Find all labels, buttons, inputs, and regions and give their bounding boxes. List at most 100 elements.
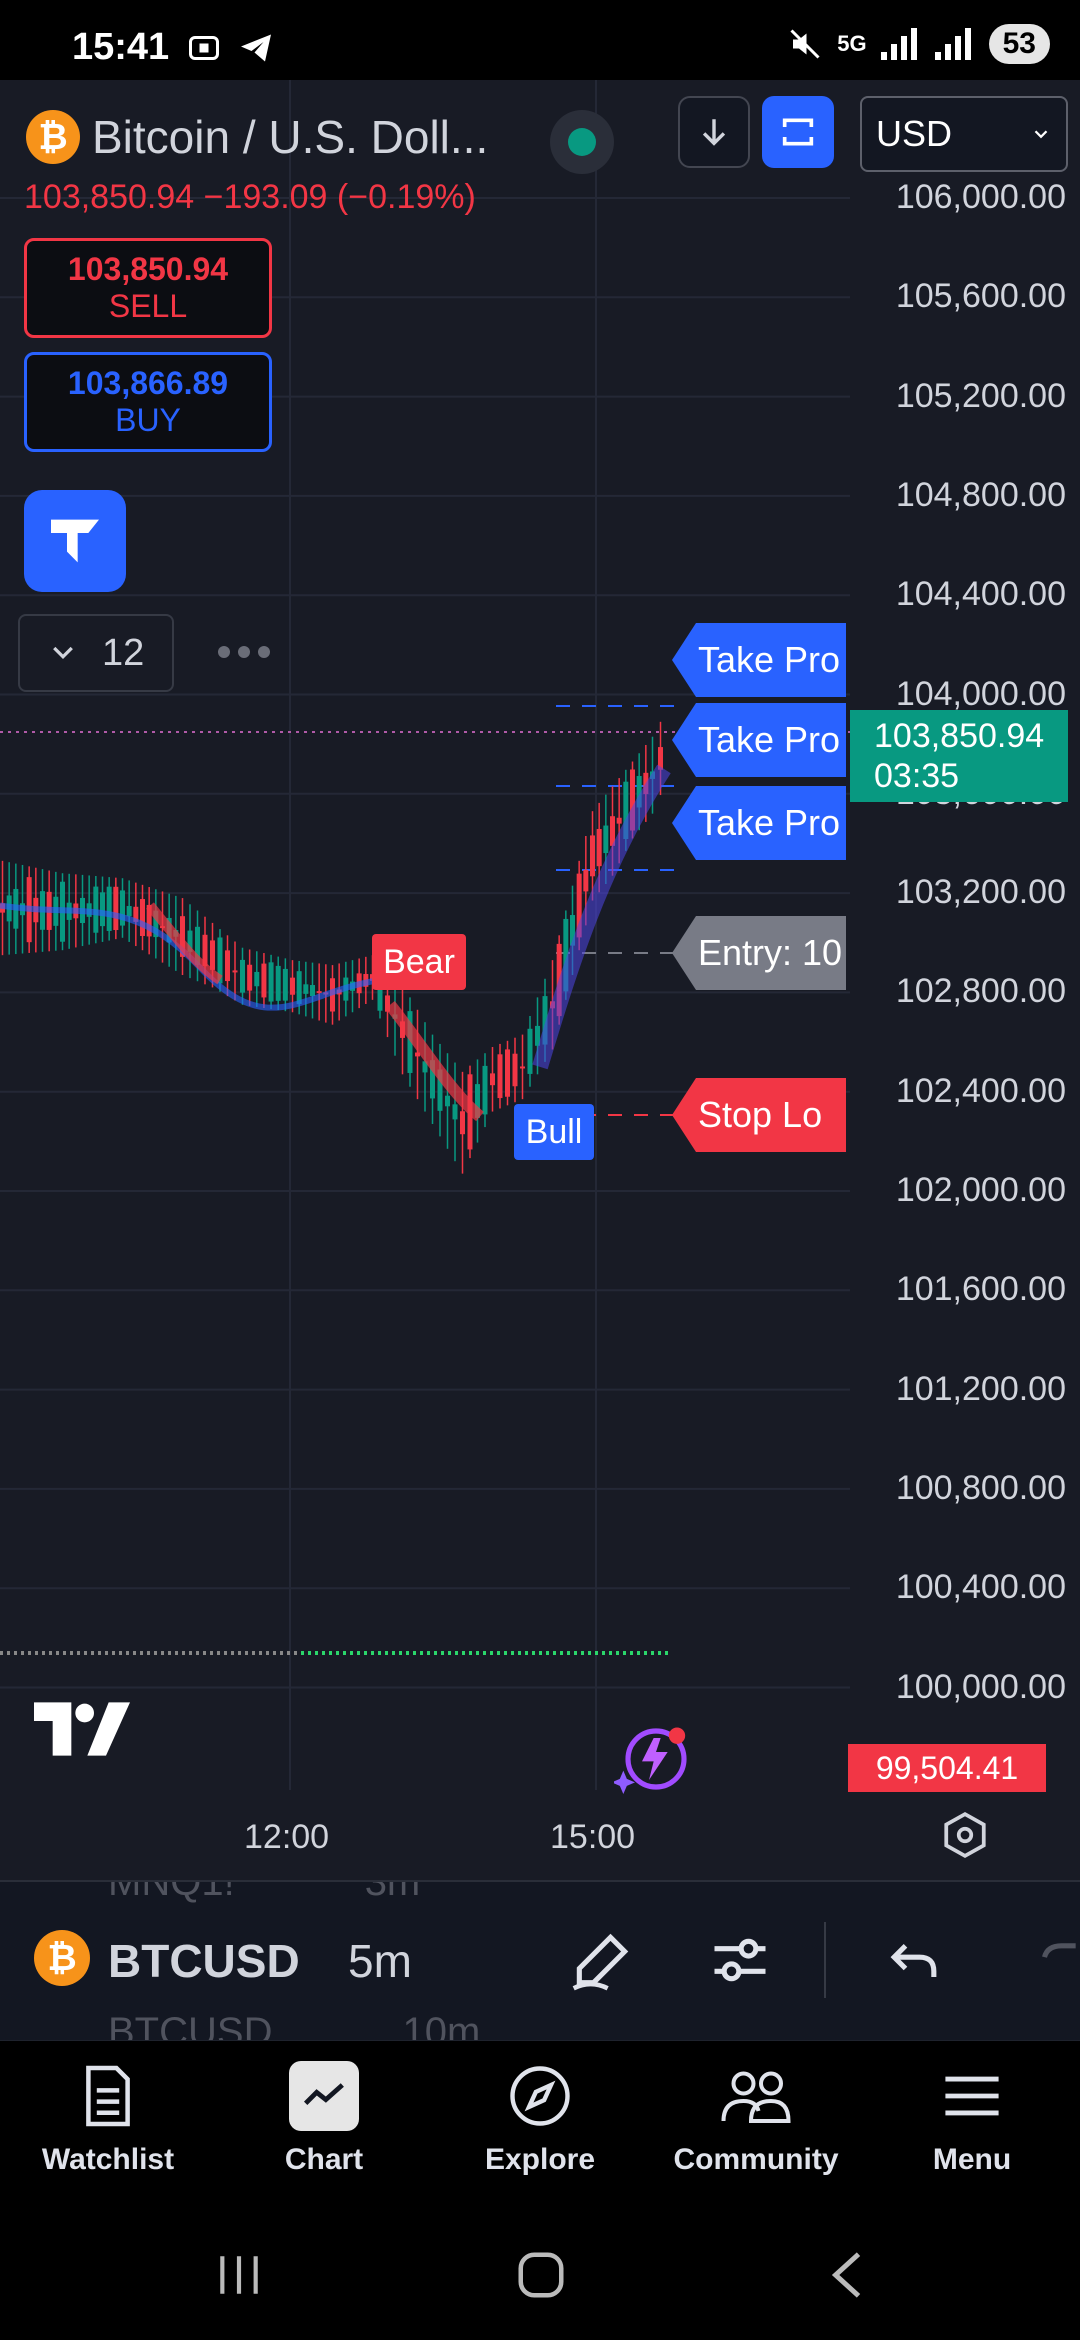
price-scale-label: 101,200.00: [895, 1369, 1066, 1408]
candle-body: [527, 1028, 533, 1074]
candle-body: [254, 971, 260, 987]
back-icon[interactable]: [824, 2250, 868, 2300]
current-price-tag: 103,850.94 03:35: [850, 710, 1068, 802]
ghost-next-symbol: BTCUSD: [108, 2010, 273, 2040]
status-time: 15:41: [72, 26, 170, 68]
nav-community[interactable]: Community: [648, 2041, 864, 2200]
candle-body: [100, 892, 105, 927]
undo-icon[interactable]: [880, 1926, 948, 1994]
nav-community-label: Community: [673, 2143, 839, 2176]
chart-canvas[interactable]: ₿ Bitcoin / U.S. Doll... USD 103,850.94 …: [0, 80, 1080, 1880]
bitcoin-logo-icon: ₿: [34, 1930, 90, 1986]
time-label-1500: 15:00: [550, 1818, 636, 1856]
candle-body: [520, 1066, 525, 1069]
candle-body: [583, 869, 589, 892]
candle-body: [210, 940, 215, 970]
download-button[interactable]: [678, 96, 750, 168]
more-options-icon[interactable]: [218, 646, 270, 658]
time-label-1200: 12:00: [244, 1818, 330, 1856]
recent-apps-icon[interactable]: [214, 2250, 264, 2300]
candle-body: [505, 1049, 510, 1097]
price-scale-label: 102,400.00: [895, 1071, 1066, 1110]
low-price-tag: 99,504.41: [848, 1744, 1046, 1792]
sell-price: 103,850.94: [67, 251, 229, 287]
interval-selector[interactable]: 5m: [348, 1934, 412, 1988]
nav-explore[interactable]: Explore: [432, 2041, 648, 2200]
home-icon[interactable]: [514, 2248, 568, 2302]
price-change-line: 103,850.94 −193.09 (−0.19%): [24, 178, 476, 216]
candle-body: [482, 1065, 488, 1115]
buy-price: 103,866.89: [67, 365, 229, 401]
candle-body: [316, 991, 322, 994]
bear-signal-label: Bear: [372, 934, 466, 990]
ai-assistant-icon[interactable]: [614, 1724, 698, 1794]
take-profit-label-1[interactable]: Take Pro: [672, 623, 846, 697]
price-scale-label: 103,200.00: [895, 873, 1066, 912]
price-scale-label: 104,000.00: [895, 674, 1066, 713]
candle-body: [232, 970, 238, 973]
buy-button[interactable]: 103,866.89 BUY: [24, 352, 272, 452]
indicator-app-button[interactable]: [24, 490, 126, 592]
redo-icon[interactable]: [1036, 1926, 1080, 1994]
hamburger-menu-icon: [945, 2076, 999, 2116]
candle-body: [616, 817, 622, 824]
ghost-next-interval: 10m: [402, 2010, 481, 2040]
price-scale-label: 100,000.00: [895, 1667, 1066, 1706]
market-status-icon[interactable]: [550, 110, 614, 174]
signal-roaming-icon: [934, 28, 971, 60]
take-profit-label-3[interactable]: Take Pro: [672, 786, 846, 860]
buy-label: BUY: [115, 402, 181, 438]
stop-loss-label[interactable]: Stop Lo: [672, 1078, 846, 1152]
candle-body: [225, 950, 230, 982]
symbol-selector[interactable]: BTCUSD: [108, 1934, 300, 1988]
nav-watchlist[interactable]: Watchlist: [0, 2041, 216, 2200]
status-bar: 15:41 5G 53: [0, 0, 1080, 80]
candle-body: [310, 985, 315, 997]
nav-menu[interactable]: Menu: [864, 2041, 1080, 2200]
sync-layout-button[interactable]: [762, 96, 834, 168]
trend-ribbon-bull: [532, 764, 671, 1070]
currency-value: USD: [876, 113, 953, 154]
nav-explore-label: Explore: [484, 2143, 596, 2176]
battery-indicator: 53: [988, 24, 1050, 64]
price-scale-label: 104,800.00: [895, 475, 1066, 514]
symbol-title[interactable]: Bitcoin / U.S. Doll...: [92, 110, 488, 164]
currency-select[interactable]: USD: [860, 96, 1068, 172]
price-scale-label: 100,800.00: [895, 1468, 1066, 1507]
system-navigation-bar: [0, 2200, 1080, 2340]
chart-settings-icon[interactable]: [940, 1810, 990, 1860]
candle-body: [261, 963, 267, 998]
current-price: 103,850.94: [874, 717, 1045, 755]
candle-body: [497, 1054, 503, 1099]
candle-body: [113, 886, 119, 931]
candle-body: [140, 899, 145, 936]
ghost-prev-symbol: MNQ1!: [108, 1880, 235, 1904]
chevron-down-icon: [1034, 130, 1048, 139]
take-profit-label-2[interactable]: Take Pro: [672, 703, 846, 777]
candle-body: [282, 968, 288, 1001]
price-scale-label: 105,200.00: [895, 376, 1066, 415]
bar-countdown: 03:35: [874, 757, 960, 795]
nav-watchlist-label: Watchlist: [41, 2143, 175, 2176]
indicators-collapse-button[interactable]: 12: [18, 614, 174, 692]
bitcoin-logo-icon: ₿: [26, 110, 80, 164]
indicators-count: 12: [102, 631, 145, 674]
tradingview-triangle-logo-icon: [51, 519, 99, 563]
chevron-down-icon: [53, 646, 73, 660]
candle-body: [460, 1111, 465, 1135]
price-scale-label: 102,800.00: [895, 972, 1066, 1011]
nav-chart[interactable]: Chart: [216, 2041, 432, 2200]
entry-label[interactable]: Entry: 10: [672, 916, 846, 990]
candle-body: [590, 835, 595, 877]
network-label: 5G: [837, 31, 867, 56]
bottom-navigation: Watchlist Chart Explore Community Menu: [0, 2040, 1080, 2200]
indicator-settings-icon[interactable]: [706, 1926, 774, 1994]
chart-icon: [303, 2083, 344, 2106]
signal-icon: [880, 28, 917, 60]
sync-icon: [782, 118, 814, 146]
sell-button[interactable]: 103,850.94 SELL: [24, 238, 272, 338]
candle-body: [303, 984, 309, 994]
candle-body: [106, 886, 112, 931]
drawing-pen-icon[interactable]: [568, 1926, 636, 1994]
candle-body: [512, 1053, 518, 1087]
